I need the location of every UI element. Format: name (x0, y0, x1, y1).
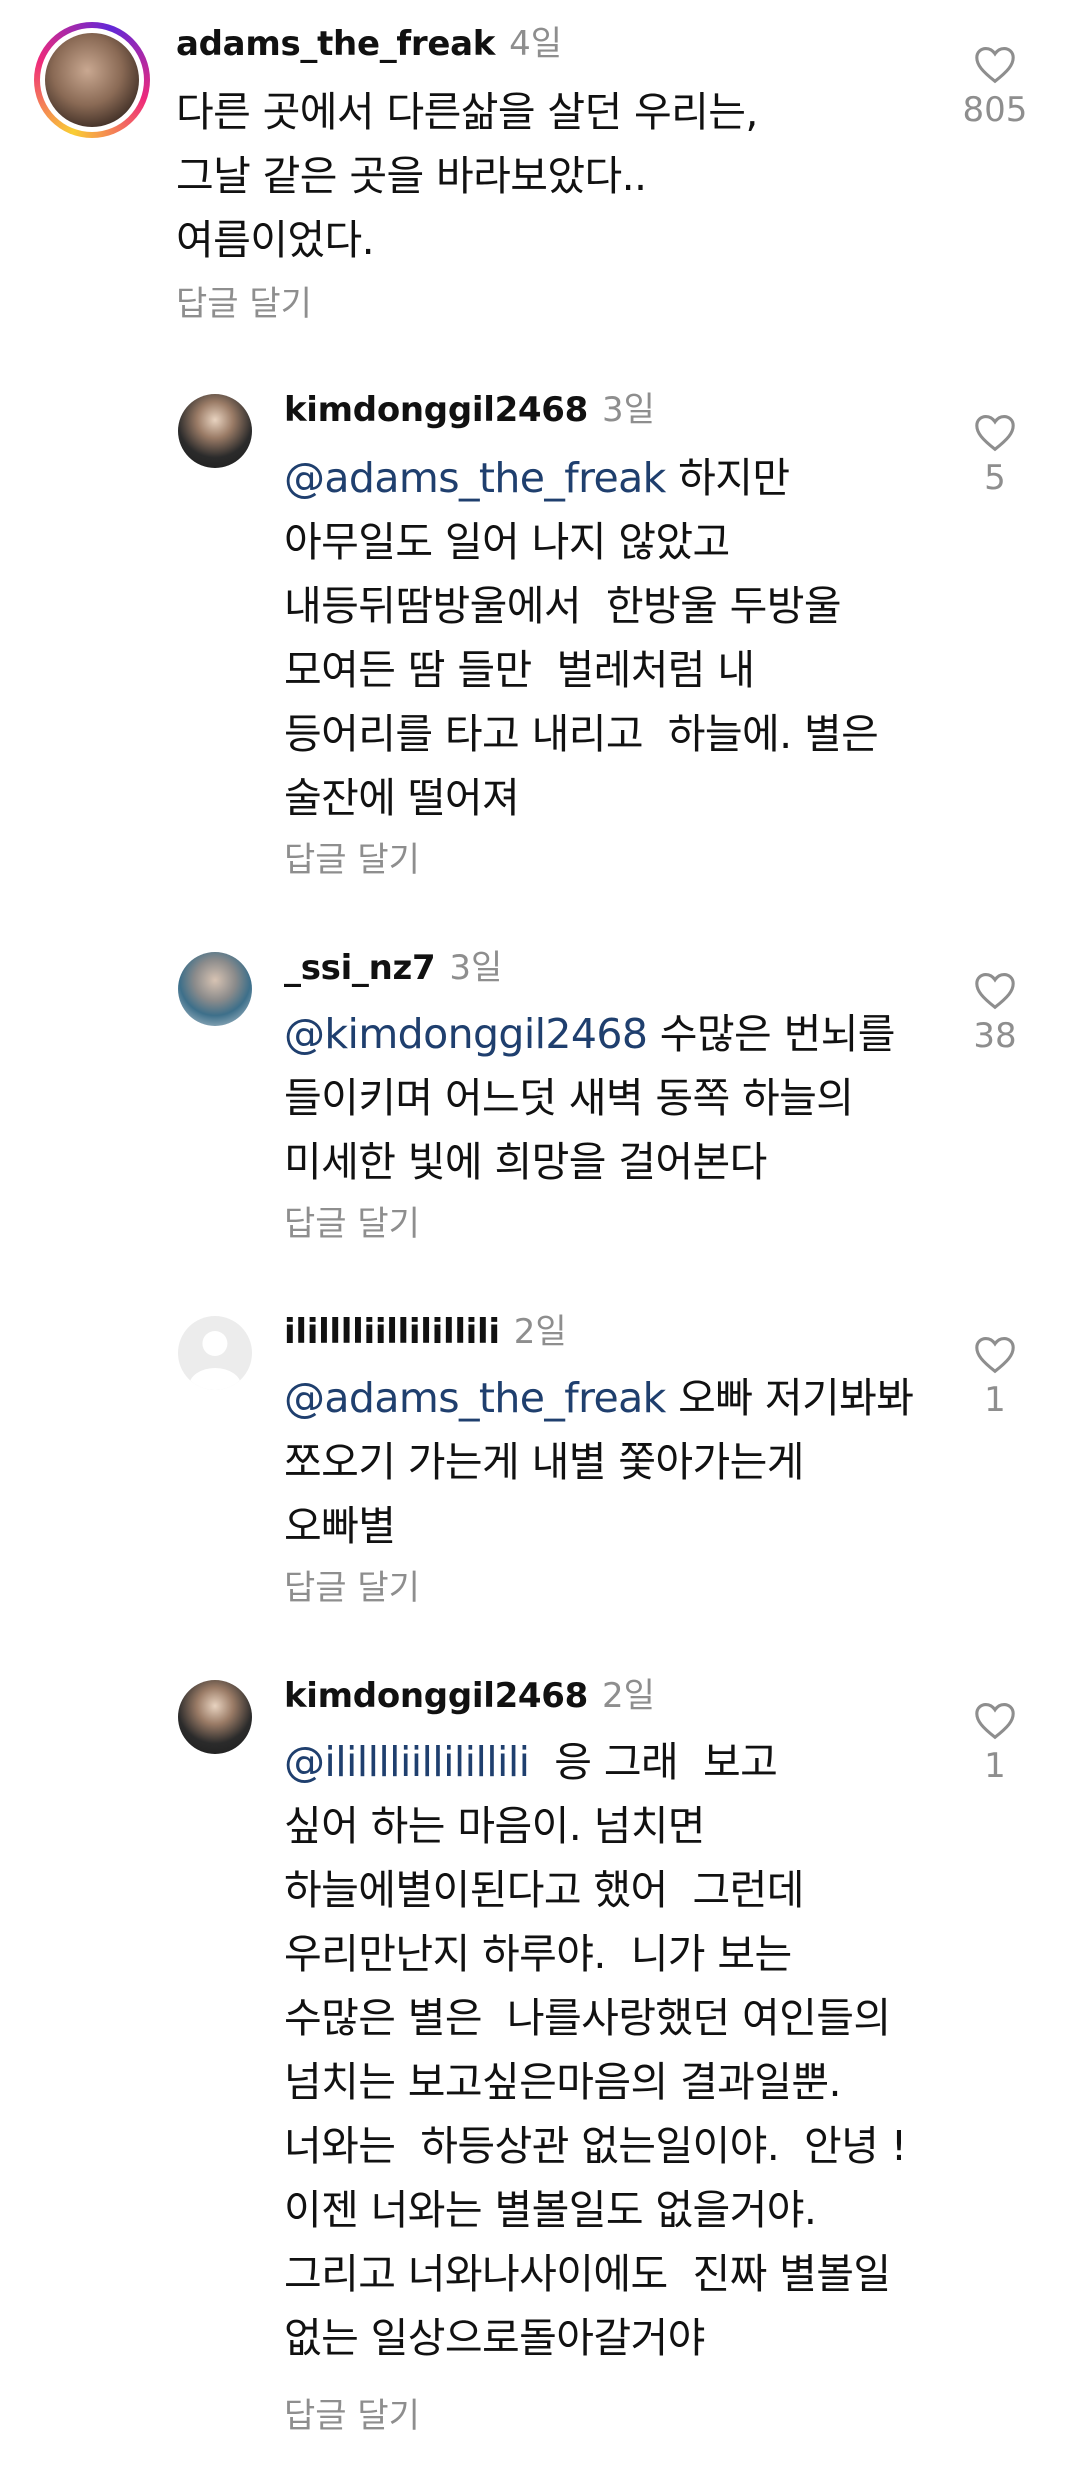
comment-line: 오빠 저기봐봐 (665, 1374, 914, 1422)
comment-text: @kimdonggil2468 수많은 번뇌를 들이키며 어느덧 새벽 동쪽 하… (284, 1002, 896, 1194)
comment-username[interactable]: kimdonggil2468 (284, 390, 588, 430)
reply-button[interactable]: 답글 달기 (284, 2388, 420, 2437)
comment-line: 우리만난지 하루야. 니가 보는 (284, 1930, 792, 1978)
comment-time: 3일 (602, 390, 655, 430)
comment-time: 4일 (509, 24, 563, 64)
like-count: 1 (984, 1746, 1006, 1786)
photo-avatar-2[interactable] (178, 952, 252, 1026)
mention-link[interactable]: @adams_the_freak (284, 454, 666, 502)
comment-line: 응 그래 보고 (529, 1738, 778, 1786)
comment-line: 들이키며 어느덧 새벽 동쪽 하늘의 (284, 1074, 854, 1122)
comment-line: 미세한 빛에 희망을 걸어본다 (284, 1138, 767, 1186)
comment-line: 술잔에 떨어져 (284, 774, 520, 822)
comment-line: 이젠 너와는 별볼일도 없을거야. (284, 2186, 817, 2234)
comment-line: 아무일도 일어 나지 않았고 (284, 518, 730, 566)
like-button[interactable]: 5 (950, 412, 1040, 498)
comment-item: adams_the_freak 4일 다른 곳에서 다른삶을 살던 우리는, 그날… (0, 0, 1077, 360)
default-avatar[interactable] (178, 1316, 252, 1390)
comment-line: 싶어 하는 마음이. 넘치면 (284, 1802, 706, 1850)
comment-time: 2일 (513, 1312, 567, 1352)
like-button[interactable]: 1 (950, 1700, 1040, 1786)
comment-line: 오빠별 (284, 1502, 396, 1550)
comment-item: kimdonggil2468 2일 @ililllliillilillili 응 … (0, 1654, 1077, 2471)
like-count: 38 (973, 1016, 1017, 1056)
heart-outline-icon (975, 46, 1015, 84)
comment-time: 3일 (449, 948, 503, 988)
comment-item: kimdonggil2468 3일 @adams_the_freak 하지만 아무… (0, 370, 1077, 930)
comment-username[interactable]: adams_the_freak (176, 24, 495, 64)
reply-button[interactable]: 답글 달기 (176, 276, 312, 325)
heart-outline-icon (975, 1702, 1015, 1740)
comment-line: 없는 일상으로돌아갈거야 (284, 2314, 705, 2362)
comment-line: 다른 곳에서 다른삶을 살던 우리는, (176, 88, 758, 136)
like-button[interactable]: 38 (950, 970, 1040, 1056)
reply-button[interactable]: 답글 달기 (284, 1196, 420, 1245)
comment-line: 모여든 땀 들만 벌레처럼 내 (284, 646, 755, 694)
photo-avatar[interactable] (178, 1680, 252, 1754)
comment-time: 2일 (602, 1676, 655, 1716)
heart-outline-icon (975, 972, 1015, 1010)
comment-line: 쪼오기 가는게 내별 쫓아가는게 (284, 1438, 804, 1486)
photo-avatar[interactable] (178, 394, 252, 468)
like-button[interactable]: 805 (950, 44, 1040, 130)
like-count: 1 (984, 1380, 1006, 1420)
heart-outline-icon (975, 1336, 1015, 1374)
comment-text: 다른 곳에서 다른삶을 살던 우리는, 그날 같은 곳을 바라보았다.. 여름이… (176, 80, 758, 272)
mention-link[interactable]: @kimdonggil2468 (284, 1010, 648, 1058)
like-count: 805 (962, 90, 1028, 130)
comment-text: @adams_the_freak 하지만 아무일도 일어 나지 않았고 내등뒤땀… (284, 446, 879, 830)
comment-line: 하늘에별이된다고 했어 그런데 (284, 1866, 804, 1914)
comment-line: 그리고 너와나사이에도 진짜 별볼일 (284, 2250, 891, 2298)
comment-line: 여름이었다. (176, 216, 375, 264)
reply-button[interactable]: 답글 달기 (284, 832, 420, 881)
comment-line: 넘치는 보고싶은마음의 결과일뿐. (284, 2058, 842, 2106)
comment-line: 하지만 (665, 454, 790, 502)
story-ring-avatar[interactable] (34, 22, 150, 138)
comment-item: _ssi_nz7 3일 @kimdonggil2468 수많은 번뇌를 들이키며 … (0, 926, 1077, 1286)
comment-text: @ililllliillilillili 응 그래 보고 싶어 하는 마음이. … (284, 1730, 907, 2370)
reply-button[interactable]: 답글 달기 (284, 1560, 420, 1609)
comment-username[interactable]: kimdonggil2468 (284, 1676, 588, 1716)
like-button[interactable]: 1 (950, 1334, 1040, 1420)
comment-item: ililllliillilillili 2일 @adams_the_freak 오… (0, 1290, 1077, 1650)
comment-line: 그날 같은 곳을 바라보았다.. (176, 152, 647, 200)
comment-line: 너와는 하등상관 없는일이야. 안녕 ! (284, 2122, 907, 2170)
comment-line: 내등뒤땀방울에서 한방울 두방울 (284, 582, 842, 630)
comment-username[interactable]: _ssi_nz7 (284, 948, 436, 988)
comment-line: 등어리를 타고 내리고 하늘에. 별은 (284, 710, 879, 758)
mention-link[interactable]: @adams_the_freak (284, 1374, 666, 1422)
like-count: 5 (984, 458, 1006, 498)
comment-line: 수많은 별은 나를사랑했던 여인들의 (284, 1994, 891, 2042)
mention-link[interactable]: @ililllliillilillili (284, 1738, 530, 1786)
heart-outline-icon (975, 414, 1015, 452)
comment-line: 수많은 번뇌를 (647, 1010, 896, 1058)
comment-text: @adams_the_freak 오빠 저기봐봐 쪼오기 가는게 내별 쫓아가는… (284, 1366, 914, 1558)
comment-username[interactable]: ililllliillilillili (284, 1312, 500, 1352)
